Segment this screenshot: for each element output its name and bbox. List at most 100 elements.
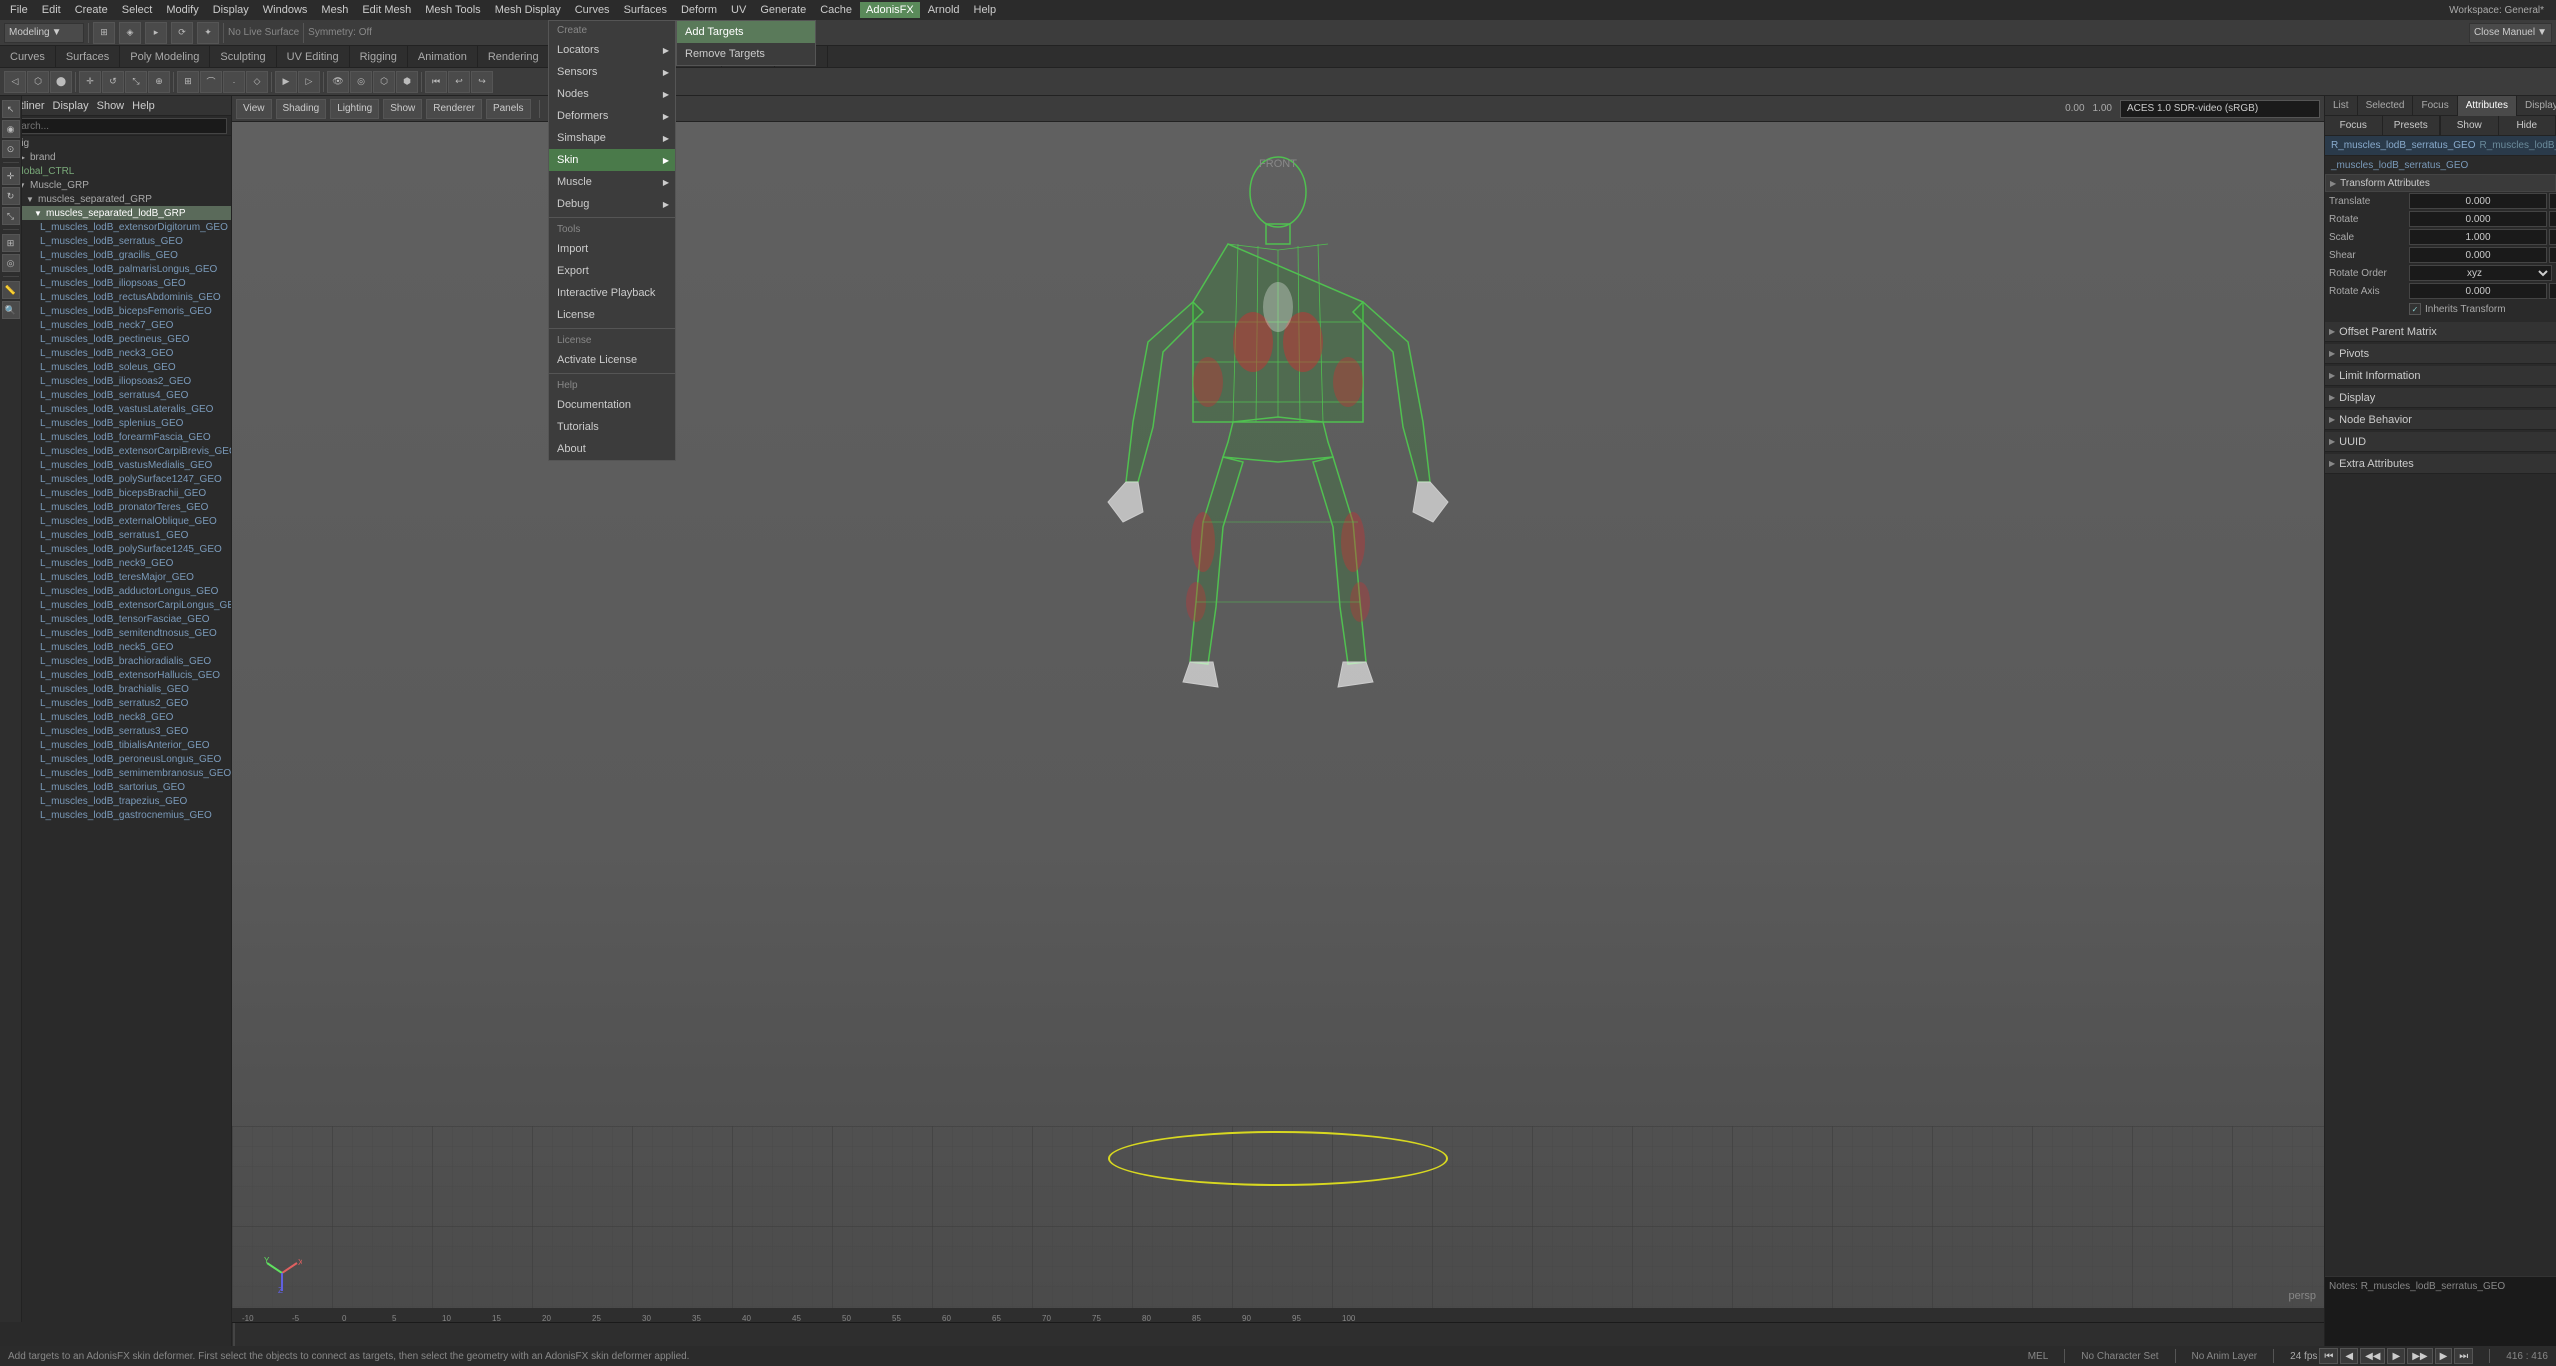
list-item[interactable]: L_muscles_lodB_tensorFasciae_GEO [0, 612, 231, 626]
list-item[interactable]: L_muscles_lodB_brachioradialis_GEO [0, 654, 231, 668]
outliner-tab-show[interactable]: Show [97, 100, 125, 112]
list-item[interactable]: L_muscles_lodB_serratus2_GEO [0, 696, 231, 710]
color-space-selector[interactable]: ACES 1.0 SDR-video (sRGB) [2120, 100, 2320, 118]
rotate-axis-y[interactable] [2549, 283, 2556, 299]
list-item[interactable]: L_muscles_lodB_pectineus_GEO [0, 332, 231, 346]
inherits-transform-checkbox[interactable]: ✓ [2409, 303, 2421, 315]
select-mode-icon[interactable]: ↖ [2, 100, 20, 118]
menu-mesh-tools[interactable]: Mesh Tools [419, 2, 486, 18]
paint-mode-icon[interactable]: ◉ [2, 120, 20, 138]
focus-button[interactable]: Focus [2325, 116, 2383, 135]
list-item[interactable]: L_muscles_lodB_splenius_GEO [0, 416, 231, 430]
list-item[interactable]: L_muscles_lodB_bicepsFemoris_GEO [0, 304, 231, 318]
shear-y[interactable] [2549, 247, 2556, 263]
tab-display[interactable]: Display [2517, 96, 2556, 116]
tab-rigging[interactable]: Rigging [350, 46, 408, 68]
list-item[interactable]: L_muscles_lodB_extensorCarpiLongus_GEO [0, 598, 231, 612]
viewport-canvas[interactable]: FRONT persp X Y Z -10 -5 0 [232, 122, 2324, 1326]
translate-x[interactable] [2409, 193, 2547, 209]
menu-cache[interactable]: Cache [814, 2, 858, 18]
skin-menu-item[interactable]: Skin [549, 149, 675, 171]
list-item[interactable]: L_muscles_lodB_vastusMedialis_GEO [0, 458, 231, 472]
vp-panels-menu[interactable]: Panels [486, 99, 531, 119]
tab-rendering[interactable]: Rendering [478, 46, 550, 68]
shaded-icon[interactable]: ⬢ [396, 71, 418, 93]
list-item[interactable]: L_muscles_lodB_brachialis_GEO [0, 682, 231, 696]
select-tool-icon[interactable]: ◁ [4, 71, 26, 93]
lasso-tool-icon[interactable]: ⬡ [27, 71, 49, 93]
list-item[interactable]: ▼ muscles_separated_GRP [0, 192, 231, 206]
close-manuel-dropdown[interactable]: Close Manuel ▼ [2469, 23, 2552, 43]
list-item[interactable]: L_muscles_lodB_neck5_GEO [0, 640, 231, 654]
list-item[interactable]: L_muscles_lodB_rectusAbdominis_GEO [0, 290, 231, 304]
rotate-mode-icon[interactable]: ↻ [2, 187, 20, 205]
snap-surface-icon[interactable]: ◇ [246, 71, 268, 93]
rotate-x[interactable] [2409, 211, 2547, 227]
history-icon[interactable]: ⏮ [425, 71, 447, 93]
list-item[interactable]: L_muscles_lodB_polySurface1247_GEO [0, 472, 231, 486]
measure-tool-icon[interactable]: 📏 [2, 281, 20, 299]
list-item[interactable]: L_muscles_lodB_palmarisLongus_GEO [0, 262, 231, 276]
move-mode-icon[interactable]: ✛ [2, 167, 20, 185]
search-icon[interactable]: 🔍 [2, 301, 20, 319]
list-item[interactable]: L_muscles_lodB_externalOblique_GEO [0, 514, 231, 528]
scale-tool-icon[interactable]: ⤡ [125, 71, 147, 93]
paint-tool-menu-item[interactable]: Interactive Playback [549, 282, 675, 304]
menu-modify[interactable]: Modify [160, 2, 204, 18]
isolate-icon[interactable]: ◎ [350, 71, 372, 93]
vp-lighting-menu[interactable]: Lighting [330, 99, 379, 119]
menu-uv[interactable]: UV [725, 2, 752, 18]
tab-selected[interactable]: Selected [2358, 96, 2414, 116]
toolbar-icon-3[interactable]: ▸ [145, 22, 167, 44]
outliner-tab-display[interactable]: Display [53, 100, 89, 112]
tab-uv-editing[interactable]: UV Editing [277, 46, 350, 68]
list-item[interactable]: L_muscles_lodB_polySurface1245_GEO [0, 542, 231, 556]
paint-select-icon[interactable]: ⬤ [50, 71, 72, 93]
snap-point-icon[interactable]: · [223, 71, 245, 93]
vp-renderer-menu[interactable]: Renderer [426, 99, 482, 119]
rotate-axis-x[interactable] [2409, 283, 2547, 299]
step-forward-btn[interactable]: ▶ [2435, 1348, 2453, 1364]
list-item[interactable]: L_muscles_lodB_extensorCarpiBrevis_GEO [0, 444, 231, 458]
outliner-search-input[interactable] [4, 118, 227, 134]
list-item[interactable]: global_CTRL [0, 164, 231, 178]
tab-attributes[interactable]: Attributes [2458, 96, 2517, 116]
list-item[interactable]: ▼ Muscle_GRP [0, 178, 231, 192]
add-targets-item[interactable]: Add Targets [677, 21, 815, 43]
toolbar-icon-1[interactable]: ⊞ [93, 22, 115, 44]
wireframe-icon[interactable]: ⬡ [373, 71, 395, 93]
list-item[interactable]: L_muscles_lodB_extensorDigitorum_GEO [0, 220, 231, 234]
undo-icon[interactable]: ↩ [448, 71, 470, 93]
list-item[interactable]: L_muscles_lodB_neck9_GEO [0, 556, 231, 570]
list-item[interactable]: L_muscles_lodB_iliopsoas_GEO [0, 276, 231, 290]
tab-poly-modeling[interactable]: Poly Modeling [120, 46, 210, 68]
limit-information-section[interactable]: Limit Information [2325, 366, 2556, 386]
snap-curve-icon[interactable]: ⌒ [200, 71, 222, 93]
offset-parent-matrix-section[interactable]: Offset Parent Matrix [2325, 322, 2556, 342]
skip-to-start-btn[interactable]: ⏮ [2319, 1348, 2338, 1364]
list-item[interactable]: L_muscles_lodB_tibialisAnterior_GEO [0, 738, 231, 752]
list-item[interactable]: L_muscles_lodB_gracilis_GEO [0, 248, 231, 262]
scale-mode-icon[interactable]: ⤡ [2, 207, 20, 225]
move-tool-icon[interactable]: ✛ [79, 71, 101, 93]
vp-view-menu[interactable]: View [236, 99, 272, 119]
toolbar-icon-2[interactable]: ◈ [119, 22, 141, 44]
list-item[interactable]: L_muscles_lodB_neck3_GEO [0, 346, 231, 360]
list-item[interactable]: ▼ muscles_separated_lodB_GRP [0, 206, 231, 220]
play-forward-btn[interactable]: ▶▶ [2407, 1348, 2432, 1364]
snap-tool-icon[interactable]: ⊞ [2, 234, 20, 252]
viewport[interactable]: View Shading Lighting Show Renderer Pane… [232, 96, 2324, 1346]
deformers-menu-item[interactable]: Deformers [549, 105, 675, 127]
tab-curves[interactable]: Curves [0, 46, 56, 68]
timeline-track[interactable] [232, 1323, 2324, 1346]
debug-menu-item[interactable]: Debug [549, 193, 675, 215]
rotate-tool-icon[interactable]: ↺ [102, 71, 124, 93]
import-menu-item[interactable]: Import [549, 238, 675, 260]
list-item[interactable]: L_muscles_lodB_semimembranosus_GEO [0, 766, 231, 780]
snap-grid-icon[interactable]: ⊞ [177, 71, 199, 93]
shear-x[interactable] [2409, 247, 2547, 263]
list-item[interactable]: L_muscles_lodB_peroneusLongus_GEO [0, 752, 231, 766]
list-item[interactable]: L_muscles_lodB_adductorLongus_GEO [0, 584, 231, 598]
menu-select[interactable]: Select [116, 2, 159, 18]
list-item[interactable]: L_muscles_lodB_pronatorTeres_GEO [0, 500, 231, 514]
